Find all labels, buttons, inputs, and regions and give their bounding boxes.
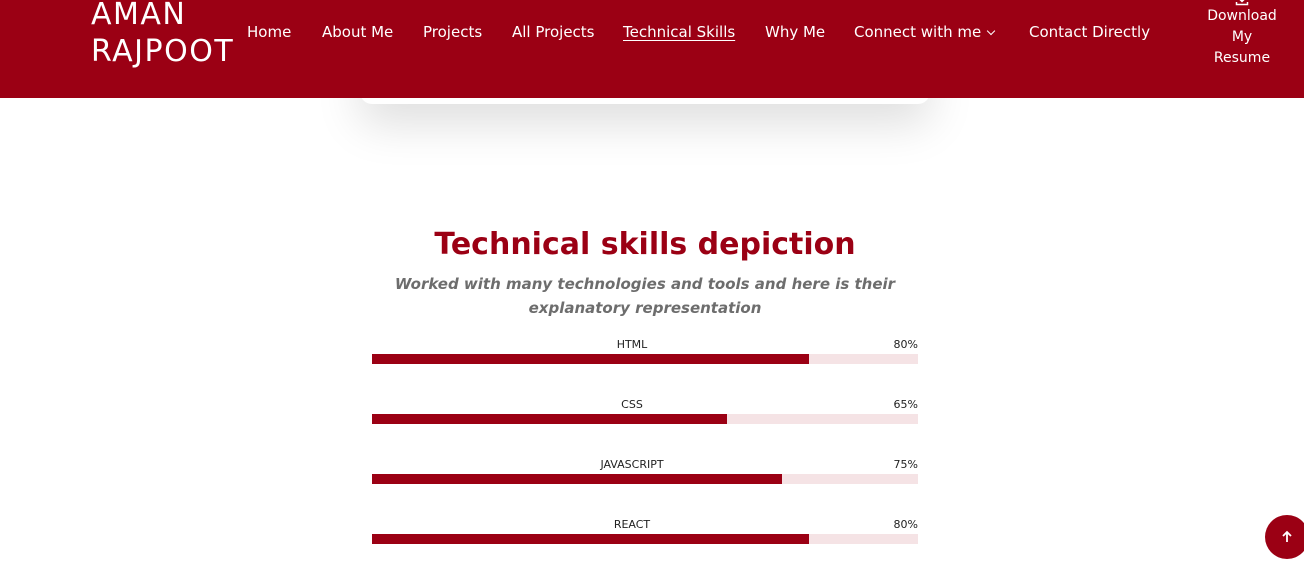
progress-track	[372, 474, 918, 484]
skill-percent: 75%	[893, 458, 918, 471]
resume-line-1: Download	[1207, 8, 1277, 24]
progress-fill	[372, 474, 782, 484]
skill-percent: 80%	[893, 338, 918, 351]
skill-name: REACT	[613, 518, 651, 531]
skill-html: HTML 80%	[372, 338, 918, 372]
progress-track	[372, 354, 918, 364]
nav-all-projects[interactable]: All Projects	[512, 22, 595, 42]
nav-why-me[interactable]: Why Me	[765, 22, 825, 42]
nav-projects[interactable]: Projects	[423, 22, 482, 42]
back-to-top-button[interactable]	[1265, 515, 1304, 559]
progress-fill	[372, 534, 809, 544]
skill-javascript: JAVASCRIPT 75%	[372, 458, 918, 492]
progress-track	[372, 414, 918, 424]
brand-line-1: AMAN	[91, 0, 187, 32]
skill-percent: 80%	[893, 518, 918, 531]
arrow-up-icon	[1282, 530, 1292, 542]
skill-name: CSS	[621, 398, 643, 411]
skill-name: HTML	[616, 338, 648, 351]
skill-react: REACT 80%	[372, 518, 918, 552]
skill-css: CSS 65%	[372, 398, 918, 432]
brand-logo[interactable]: AMAN RAJPOOT	[91, 0, 234, 70]
chevron-down-icon	[986, 26, 996, 36]
header: AMAN RAJPOOT Home About Me Projects All …	[0, 0, 1304, 98]
resume-line-3: Resume	[1213, 50, 1271, 66]
progress-fill	[372, 354, 809, 364]
download-resume-button[interactable]: Download My Resume	[1207, 0, 1277, 69]
progress-track	[372, 534, 918, 544]
nav-connect-with-me[interactable]: Connect with me	[854, 22, 996, 42]
progress-fill	[372, 414, 727, 424]
nav-contact-directly[interactable]: Contact Directly	[1029, 22, 1150, 42]
nav-about-me[interactable]: About Me	[322, 22, 393, 42]
section-title: Technical skills depiction	[434, 227, 856, 262]
skill-percent: 65%	[893, 398, 918, 411]
nav-connect-label: Connect with me	[854, 23, 982, 41]
resume-line-2: My	[1231, 29, 1253, 45]
brand-line-2: RAJPOOT	[91, 34, 235, 69]
nav-home[interactable]: Home	[247, 22, 291, 42]
nav-technical-skills[interactable]: Technical Skills	[623, 22, 735, 42]
section-subtitle: Worked with many technologies and tools …	[394, 275, 896, 317]
skill-name: JAVASCRIPT	[600, 458, 664, 471]
